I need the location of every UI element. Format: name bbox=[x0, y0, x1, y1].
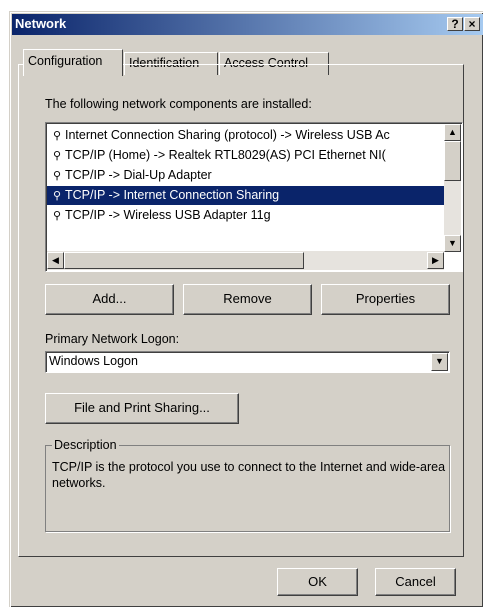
scroll-left-icon[interactable]: ◀ bbox=[47, 252, 64, 269]
logon-select[interactable]: Windows Logon ▼ bbox=[45, 351, 450, 373]
network-protocol-icon: ⚲ bbox=[52, 190, 62, 202]
list-item[interactable]: ⚲ TCP/IP -> Wireless USB Adapter 11g bbox=[47, 206, 444, 225]
properties-button[interactable]: Properties bbox=[321, 284, 450, 315]
components-list[interactable]: ⚲ Internet Connection Sharing (protocol) … bbox=[45, 122, 463, 272]
list-item[interactable]: ⚲ TCP/IP (Home) -> Realtek RTL8029(AS) PC… bbox=[47, 146, 444, 165]
list-item[interactable]: ⚲ TCP/IP -> Dial-Up Adapter bbox=[47, 166, 444, 185]
help-button[interactable]: ? bbox=[447, 17, 463, 31]
window-title: Network bbox=[15, 16, 67, 31]
remove-button[interactable]: Remove bbox=[183, 284, 312, 315]
chevron-down-icon[interactable]: ▼ bbox=[431, 353, 448, 371]
vertical-scroll-thumb[interactable] bbox=[444, 141, 461, 181]
file-print-sharing-button[interactable]: File and Print Sharing... bbox=[45, 393, 239, 424]
vertical-scrollbar[interactable]: ▲ ▼ bbox=[444, 124, 461, 252]
logon-label: Primary Network Logon: bbox=[45, 332, 180, 346]
cancel-button[interactable]: Cancel bbox=[375, 568, 456, 596]
network-protocol-icon: ⚲ bbox=[52, 130, 62, 142]
add-button[interactable]: Add... bbox=[45, 284, 174, 315]
network-protocol-icon: ⚲ bbox=[52, 210, 62, 222]
description-title: Description bbox=[52, 438, 119, 452]
description-text: TCP/IP is the protocol you use to connec… bbox=[52, 460, 446, 490]
components-label: The following network components are ins… bbox=[45, 97, 312, 111]
horizontal-scrollbar[interactable]: ◀ ▶ bbox=[47, 251, 444, 270]
close-button[interactable]: × bbox=[464, 17, 480, 31]
list-item-selected[interactable]: ⚲ TCP/IP -> Internet Connection Sharing bbox=[47, 186, 444, 205]
scroll-down-icon[interactable]: ▼ bbox=[444, 235, 461, 252]
logon-value: Windows Logon bbox=[49, 354, 138, 368]
scroll-right-icon[interactable]: ▶ bbox=[427, 252, 444, 269]
title-bar[interactable]: Network ? × bbox=[12, 14, 483, 35]
horizontal-scroll-thumb[interactable] bbox=[64, 252, 304, 269]
tab-configuration[interactable]: Configuration bbox=[23, 49, 123, 76]
ok-button[interactable]: OK bbox=[277, 568, 358, 596]
description-group: Description TCP/IP is the protocol you u… bbox=[45, 438, 450, 532]
list-item[interactable]: ⚲ Internet Connection Sharing (protocol) … bbox=[47, 126, 444, 145]
scroll-up-icon[interactable]: ▲ bbox=[444, 124, 461, 141]
network-protocol-icon: ⚲ bbox=[52, 170, 62, 182]
network-protocol-icon: ⚲ bbox=[52, 150, 62, 162]
